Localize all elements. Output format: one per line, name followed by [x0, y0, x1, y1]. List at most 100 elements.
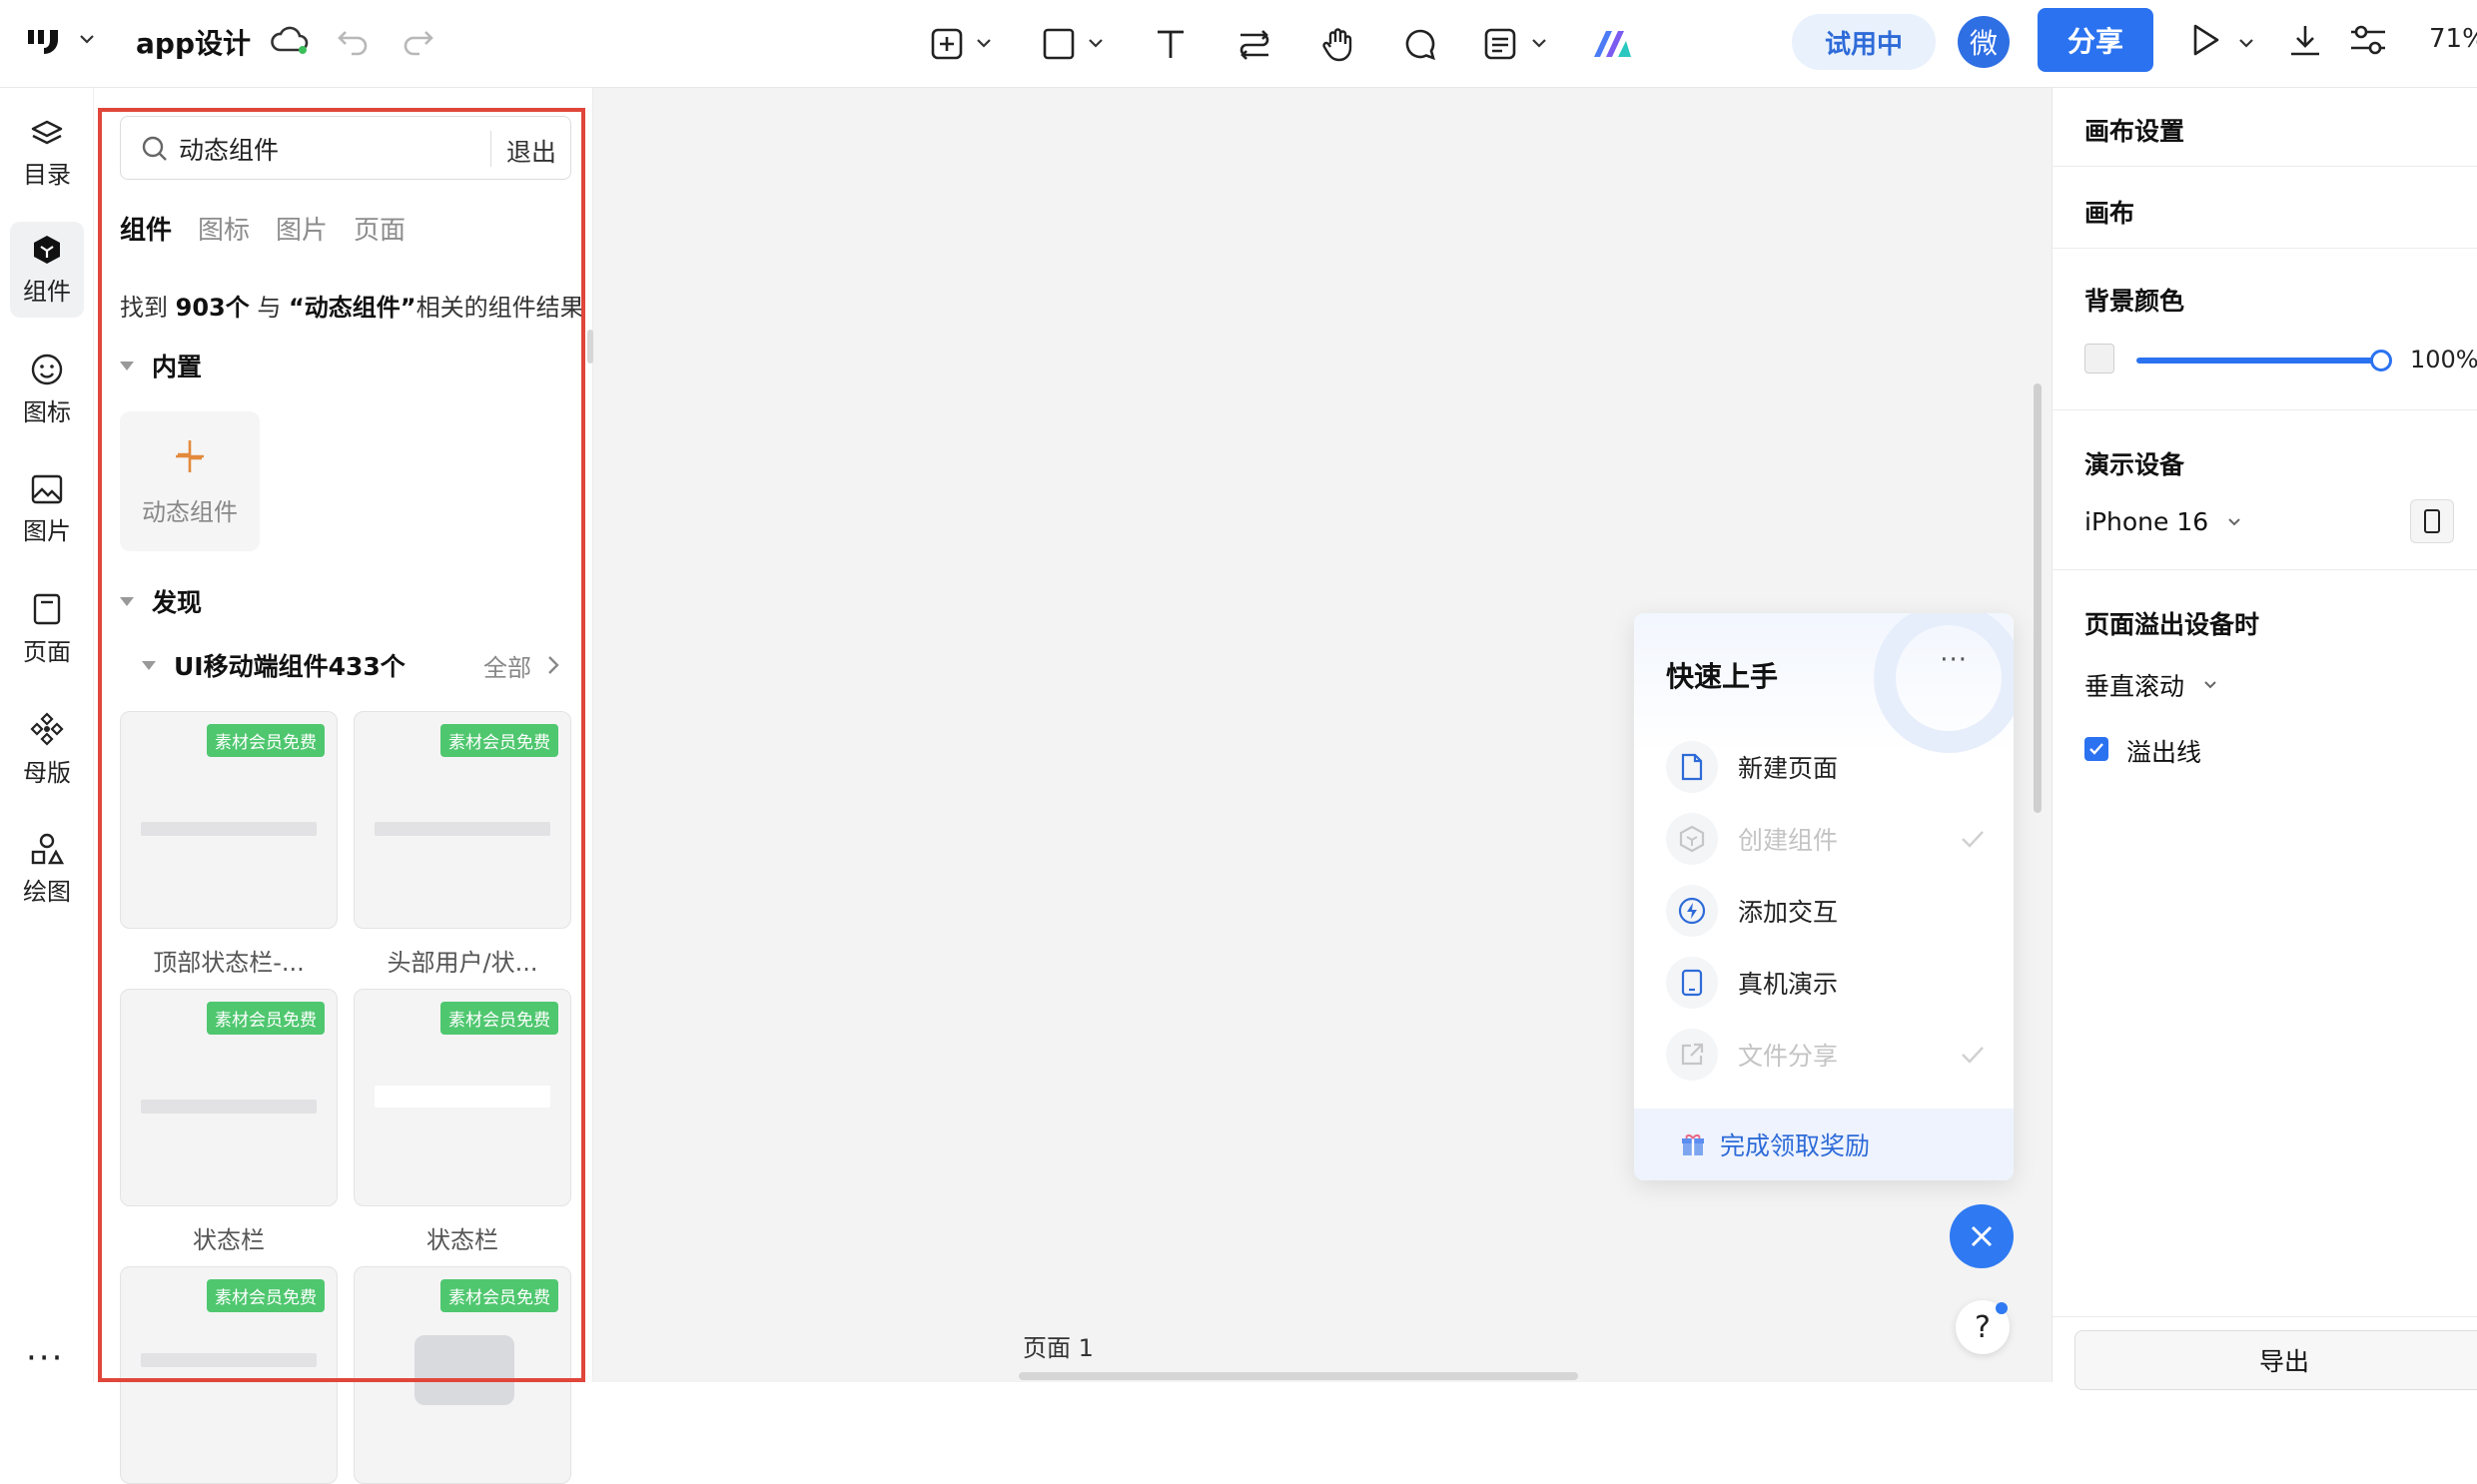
smiley-icon: [31, 354, 63, 384]
rail-item-pages[interactable]: 页面: [10, 581, 84, 677]
quick-item-add-interaction[interactable]: 添加交互: [1666, 883, 1986, 939]
reward-label: 完成领取奖励: [1720, 1131, 1871, 1160]
rail-item-masters[interactable]: 母版: [10, 701, 84, 797]
opacity-slider-handle[interactable]: [2370, 350, 2392, 371]
more-menu-button[interactable]: ···: [1940, 645, 1968, 675]
rail-item-components[interactable]: 组件: [10, 222, 84, 318]
file-icon: [1681, 753, 1703, 781]
overflow-line-checkbox[interactable]: [2084, 737, 2108, 761]
canvas-section-label: 画布: [2084, 199, 2135, 228]
page-icon: [33, 593, 61, 624]
shape-tool[interactable]: [1035, 20, 1083, 68]
view-all-link[interactable]: 全部: [483, 648, 531, 683]
tab-icons[interactable]: 图标: [198, 210, 250, 247]
component-icon: [34, 235, 60, 264]
ai-tool[interactable]: [1588, 20, 1636, 68]
close-quick-start-button[interactable]: [1950, 1204, 2014, 1268]
play-icon[interactable]: [2187, 22, 2223, 58]
divider: [2053, 248, 2477, 249]
export-button[interactable]: 导出: [2074, 1330, 2477, 1390]
overflow-line-label: 溢出线: [2126, 738, 2202, 767]
thumbnail-status-bar: [141, 822, 317, 836]
rail-item-draw[interactable]: 绘图: [10, 821, 84, 917]
download-icon[interactable]: [2287, 22, 2323, 58]
hand-icon: [1322, 28, 1352, 62]
tab-components[interactable]: 组件: [120, 210, 172, 247]
thumbnail-status-bar: [141, 1353, 317, 1367]
search-input[interactable]: [179, 129, 478, 169]
thumbnail-status-bar: [141, 1100, 317, 1113]
master-icon: [30, 711, 64, 746]
phone-icon: [1681, 969, 1703, 997]
app-logo-icon[interactable]: [26, 22, 66, 62]
canvas-vertical-scrollbar[interactable]: [2034, 383, 2042, 813]
chevron-right-icon[interactable]: [545, 654, 561, 676]
caret-down-icon[interactable]: [142, 660, 156, 670]
bg-color-label: 背景颜色: [2084, 287, 2185, 316]
tab-pages[interactable]: 页面: [354, 210, 406, 247]
checkmark-icon: [1962, 831, 1984, 848]
quick-item-new-page[interactable]: 新建页面: [1666, 739, 1986, 795]
note-tool[interactable]: [1476, 20, 1524, 68]
claim-reward-button[interactable]: 完成领取奖励: [1634, 1109, 2014, 1180]
avatar[interactable]: 微: [1958, 16, 2010, 68]
text-tool[interactable]: [1147, 20, 1195, 68]
rail-item-label: 绘图: [23, 877, 71, 906]
demo-device-label: 演示设备: [2084, 450, 2185, 479]
component-card[interactable]: 素材会员免费: [354, 1266, 571, 1484]
thumbnail-status-bar: [375, 1086, 550, 1108]
share-button[interactable]: 分享: [2038, 8, 2153, 72]
overflow-title: 页面溢出设备时: [2084, 610, 2260, 639]
page-label[interactable]: 页面 1: [1023, 1328, 1094, 1363]
comment-tool[interactable]: [1396, 20, 1444, 68]
quick-item-file-share[interactable]: 文件分享: [1666, 1027, 1986, 1083]
more-options-button[interactable]: ···: [26, 1338, 64, 1378]
thumbnail-status-bar: [375, 822, 550, 836]
member-free-badge: 素材会员免费: [207, 1279, 325, 1312]
component-card[interactable]: 素材会员免费: [120, 711, 338, 929]
rail-item-directory[interactable]: 目录: [10, 106, 84, 202]
card-caption: 顶部状态栏-...: [153, 949, 305, 977]
opacity-slider-track[interactable]: [2136, 358, 2382, 364]
section-builtin-toggle[interactable]: 内置: [120, 348, 202, 383]
chevron-down-icon[interactable]: [2237, 34, 2255, 52]
chevron-down-icon[interactable]: [1087, 34, 1105, 52]
tab-images[interactable]: 图片: [276, 210, 328, 247]
portrait-orientation-button[interactable]: [2410, 499, 2454, 543]
section-discover-toggle[interactable]: 发现: [120, 583, 202, 619]
device-select[interactable]: iPhone 16: [2084, 507, 2242, 536]
opacity-value[interactable]: 100%: [2410, 346, 2477, 373]
settings-sliders-icon[interactable]: [2349, 22, 2387, 58]
component-card[interactable]: 素材会员免费: [354, 711, 571, 929]
component-card[interactable]: 素材会员免费: [120, 989, 338, 1206]
hand-tool[interactable]: [1314, 20, 1362, 68]
rail-item-images[interactable]: 图片: [10, 461, 84, 557]
bg-color-swatch[interactable]: [2084, 344, 2114, 373]
project-name[interactable]: app设计: [136, 22, 251, 62]
component-card[interactable]: 素材会员免费: [354, 989, 571, 1206]
scroll-mode-select[interactable]: 垂直滚动: [2084, 667, 2218, 703]
chevron-down-icon[interactable]: [975, 34, 993, 52]
caret-down-icon: [120, 361, 134, 371]
undo-icon[interactable]: [336, 22, 372, 58]
connector-tool[interactable]: [1231, 20, 1278, 68]
zoom-level[interactable]: 71%: [2429, 24, 2477, 54]
component-card[interactable]: 素材会员免费: [120, 1266, 338, 1484]
plus-square-icon: [931, 28, 963, 60]
top-toolbar: app设计 试用中 微 分享 71%: [0, 0, 2477, 88]
chevron-down-icon[interactable]: [1530, 34, 1548, 52]
cloud-sync-icon[interactable]: [270, 22, 310, 58]
add-frame-tool[interactable]: [923, 20, 971, 68]
exit-search-button[interactable]: 退出: [506, 133, 556, 169]
trial-badge-button[interactable]: 试用中: [1792, 14, 1936, 70]
quick-item-device-demo[interactable]: 真机演示: [1666, 955, 1986, 1011]
builtin-component-card[interactable]: 动态组件: [120, 411, 260, 551]
phone-portrait-icon: [2424, 509, 2440, 533]
quick-item-create-component[interactable]: 创建组件: [1666, 811, 1986, 867]
rail-item-label: 页面: [23, 637, 71, 666]
canvas-horizontal-scrollbar[interactable]: [1019, 1372, 1578, 1380]
rail-item-icons[interactable]: 图标: [10, 342, 84, 437]
redo-icon[interactable]: [400, 22, 435, 58]
member-free-badge: 素材会员免费: [440, 1279, 558, 1312]
chevron-down-icon[interactable]: [78, 30, 96, 48]
